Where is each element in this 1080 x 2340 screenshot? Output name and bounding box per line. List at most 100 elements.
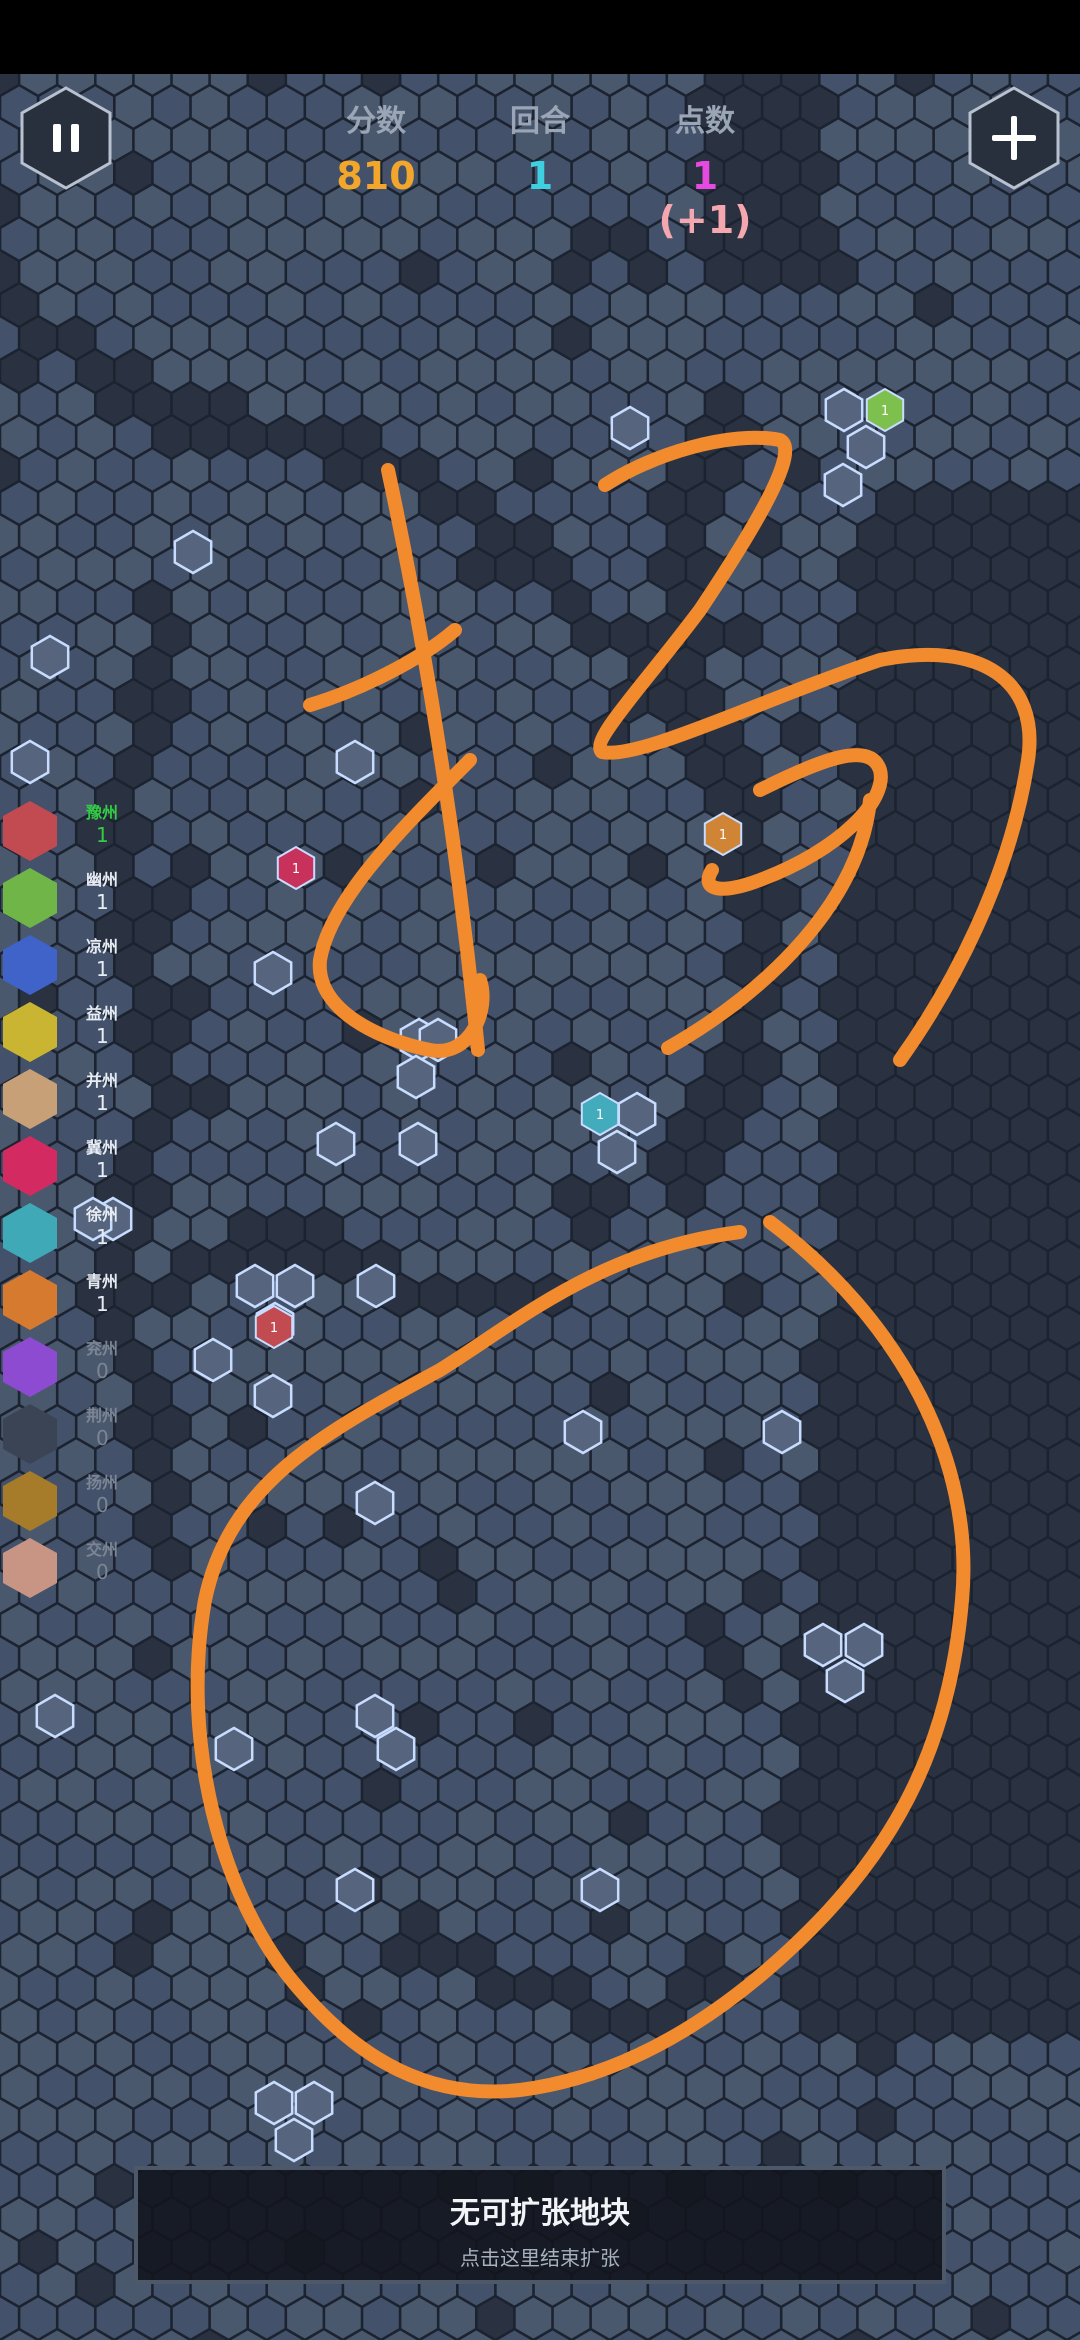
land-tile[interactable] — [668, 1637, 704, 1679]
land-tile[interactable] — [191, 1670, 228, 1712]
land-tile[interactable] — [172, 449, 209, 491]
land-tile[interactable] — [39, 1934, 75, 1976]
land-tile[interactable] — [801, 1274, 838, 1316]
land-tile[interactable] — [229, 1076, 266, 1118]
land-tile[interactable] — [572, 1538, 609, 1580]
land-tile[interactable] — [877, 152, 914, 194]
land-tile[interactable] — [20, 1637, 56, 1679]
land-tile[interactable] — [287, 1175, 323, 1217]
land-tile[interactable] — [458, 878, 495, 920]
land-tile[interactable] — [325, 911, 361, 953]
pause-button[interactable] — [18, 84, 114, 192]
land-tile[interactable] — [858, 251, 895, 293]
land-tile[interactable] — [1, 2066, 37, 2108]
land-tile[interactable] — [439, 845, 476, 887]
land-tile[interactable] — [820, 2099, 857, 2141]
land-tile[interactable] — [249, 383, 285, 425]
land-tile[interactable] — [496, 218, 533, 260]
land-tile[interactable] — [572, 1670, 609, 1712]
land-tile[interactable] — [1049, 251, 1080, 293]
expandable-tile[interactable] — [376, 1726, 416, 1772]
land-tile[interactable] — [1011, 251, 1047, 293]
land-tile[interactable] — [0, 2231, 18, 2273]
land-tile[interactable] — [591, 2297, 628, 2339]
land-tile[interactable] — [534, 1868, 571, 1910]
land-tile[interactable] — [458, 1802, 495, 1844]
land-tile[interactable] — [363, 911, 399, 953]
land-tile[interactable] — [115, 284, 152, 326]
land-tile[interactable] — [953, 284, 990, 326]
land-tile[interactable] — [706, 1835, 742, 1877]
land-tile[interactable] — [1, 1934, 37, 1976]
land-tile[interactable] — [630, 1703, 666, 1745]
land-tile[interactable] — [763, 1736, 799, 1778]
land-tile[interactable] — [668, 317, 704, 359]
land-tile[interactable] — [39, 2066, 75, 2108]
land-tile[interactable] — [420, 1208, 457, 1250]
land-tile[interactable] — [668, 2297, 704, 2339]
land-tile[interactable] — [420, 1670, 457, 1712]
land-tile[interactable] — [763, 1340, 799, 1382]
land-tile[interactable] — [439, 383, 476, 425]
land-tile[interactable] — [477, 1505, 514, 1547]
land-tile[interactable] — [763, 1670, 799, 1712]
land-tile[interactable] — [458, 1010, 495, 1052]
land-tile[interactable] — [763, 548, 799, 590]
land-tile[interactable] — [401, 1373, 437, 1415]
land-tile[interactable] — [858, 185, 895, 227]
land-tile[interactable] — [496, 1538, 533, 1580]
land-tile[interactable] — [1030, 2066, 1066, 2108]
land-tile[interactable] — [763, 482, 799, 524]
land-tile[interactable] — [1, 1868, 37, 1910]
land-tile[interactable] — [973, 2231, 1009, 2273]
land-tile[interactable] — [229, 548, 266, 590]
land-tile[interactable] — [515, 1439, 552, 1481]
land-tile[interactable] — [172, 1571, 209, 1613]
land-tile[interactable] — [306, 284, 342, 326]
land-tile[interactable] — [934, 2033, 971, 2075]
hex-tiles[interactable] — [0, 74, 1080, 2340]
land-tile[interactable] — [382, 1340, 418, 1382]
land-tile[interactable] — [649, 416, 685, 458]
land-tile[interactable] — [553, 1505, 590, 1547]
land-tile[interactable] — [268, 218, 304, 260]
land-tile[interactable] — [611, 1010, 647, 1052]
land-tile[interactable] — [287, 647, 323, 689]
land-tile[interactable] — [687, 1274, 723, 1316]
land-tile[interactable] — [534, 1340, 571, 1382]
land-tile[interactable] — [477, 1109, 514, 1151]
land-tile[interactable] — [534, 1538, 571, 1580]
land-tile[interactable] — [325, 2297, 361, 2339]
land-tile[interactable] — [401, 581, 437, 623]
land-tile[interactable] — [191, 680, 228, 722]
land-tile[interactable] — [344, 1406, 380, 1448]
land-tile[interactable] — [630, 977, 666, 1019]
land-tile[interactable] — [763, 416, 799, 458]
land-tile[interactable] — [249, 1901, 285, 1943]
land-tile[interactable] — [477, 1901, 514, 1943]
land-tile[interactable] — [172, 1703, 209, 1745]
land-tile[interactable] — [20, 515, 56, 557]
land-tile[interactable] — [668, 779, 704, 821]
land-tile[interactable] — [58, 1835, 95, 1877]
land-tile[interactable] — [210, 1109, 247, 1151]
land-tile[interactable] — [115, 218, 152, 260]
land-tile[interactable] — [306, 1736, 342, 1778]
land-tile[interactable] — [668, 845, 704, 887]
land-tile[interactable] — [344, 944, 380, 986]
land-tile[interactable] — [820, 581, 857, 623]
land-tile[interactable] — [325, 647, 361, 689]
land-tile[interactable] — [668, 1901, 704, 1943]
land-tile[interactable] — [401, 1637, 437, 1679]
land-tile[interactable] — [439, 2033, 476, 2075]
land-tile[interactable] — [382, 1604, 418, 1646]
land-tile[interactable] — [496, 416, 533, 458]
land-tile[interactable] — [96, 647, 133, 689]
land-tile[interactable] — [687, 1340, 723, 1382]
expandable-tile[interactable] — [398, 1121, 438, 1167]
land-tile[interactable] — [401, 977, 437, 1019]
land-tile[interactable] — [477, 2033, 514, 2075]
land-tile[interactable] — [420, 416, 457, 458]
land-tile[interactable] — [744, 2297, 780, 2339]
land-tile[interactable] — [325, 1769, 361, 1811]
